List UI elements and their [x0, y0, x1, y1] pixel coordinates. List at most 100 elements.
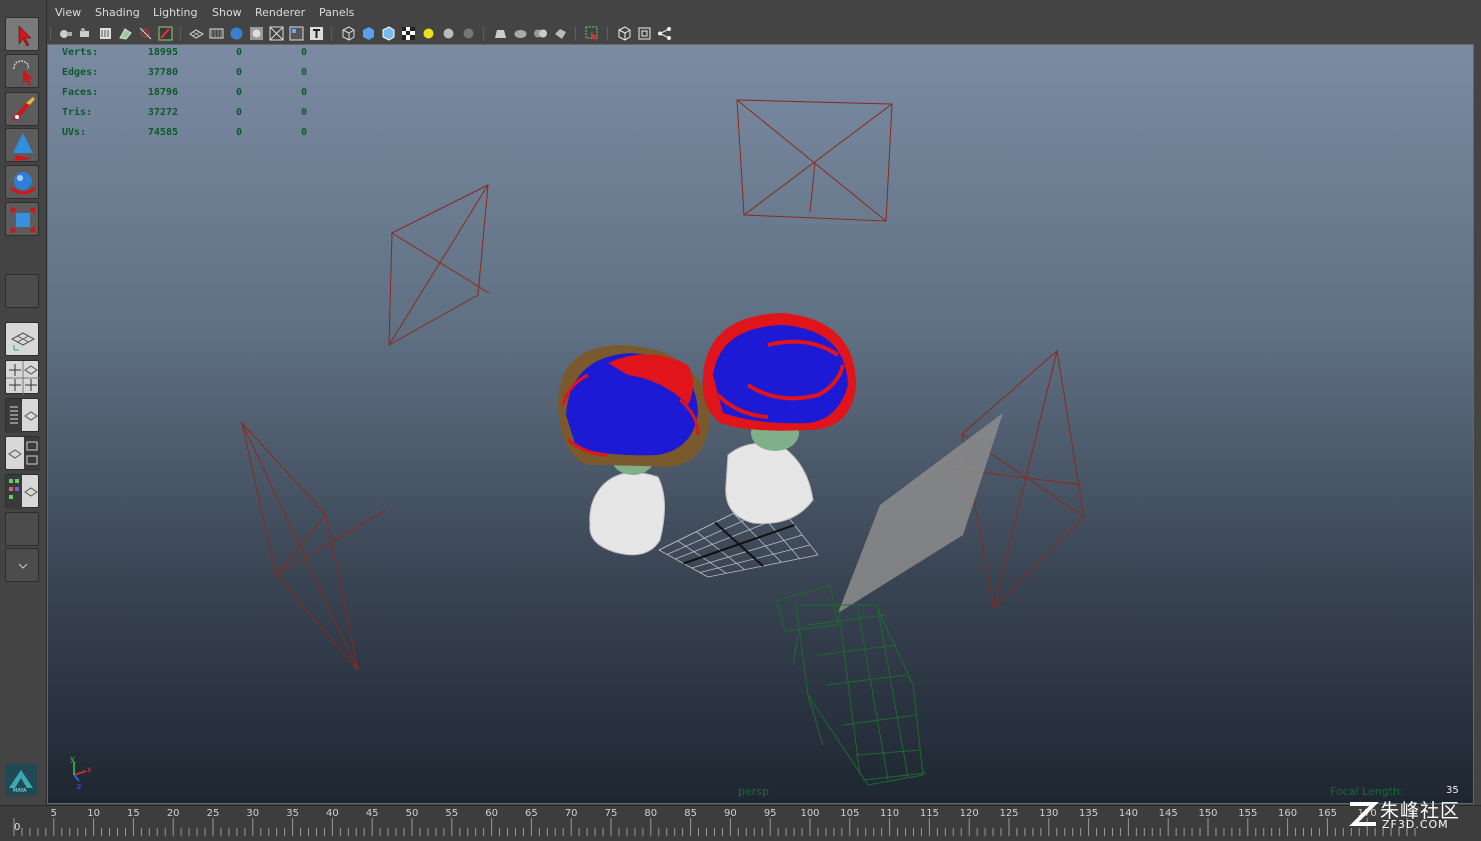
wireframe-on-shaded-icon[interactable]: [381, 26, 396, 41]
hud-value: 0: [300, 47, 307, 58]
grease-pencil-icon[interactable]: [158, 26, 173, 41]
menu-shading[interactable]: Shading: [95, 6, 140, 19]
paint-select-tool-button[interactable]: [5, 92, 39, 126]
camera-left-upper-frame: [388, 184, 490, 346]
isolate-select-icon[interactable]: [553, 26, 568, 41]
rotate-tool-button[interactable]: [5, 165, 39, 199]
gate-mask-icon[interactable]: [269, 26, 284, 41]
multisample-icon[interactable]: [513, 26, 528, 41]
select-tool-button[interactable]: [5, 17, 39, 51]
depth-of-field-icon[interactable]: [533, 26, 548, 41]
layout-menu-button[interactable]: [5, 548, 39, 582]
watermark-subtitle: ZF3D.COM: [1382, 818, 1449, 831]
move-tool-button[interactable]: [5, 128, 39, 162]
character-left: [558, 345, 710, 556]
frame-tick-label: 85: [684, 808, 697, 819]
menu-lighting[interactable]: Lighting: [153, 6, 197, 19]
current-frame-value: 0: [14, 822, 21, 833]
perspective-viewport[interactable]: x y z Verts: 18995 0 0 Edges: 37780 0 0 Faces: 18…: [47, 44, 1474, 804]
frame-tick-label: 55: [445, 808, 459, 819]
lasso-icon: [13, 60, 33, 86]
backface-culling-icon[interactable]: [637, 26, 652, 41]
share-connections-icon[interactable]: [657, 26, 672, 41]
hud-value: 37780: [147, 67, 178, 78]
menu-renderer[interactable]: Renderer: [255, 6, 305, 19]
frame-tick-label: 150: [1198, 808, 1218, 819]
scale-tool-button[interactable]: [5, 202, 39, 236]
camera-name-label: persp: [738, 785, 769, 798]
hud-value: 0: [300, 107, 307, 118]
frame-tick-label: 10: [87, 808, 100, 819]
xray-mode-icon[interactable]: [617, 26, 632, 41]
hypershade-persp-layout-button[interactable]: [5, 474, 39, 509]
lasso-tool-button[interactable]: [5, 54, 39, 88]
focal-length-value: 35: [1446, 785, 1459, 796]
scene-canvas[interactable]: x y z: [48, 45, 1474, 804]
frame-tick-label: 45: [365, 808, 379, 819]
rotate-sphere-icon: [10, 172, 36, 195]
frame-tick-label: 165: [1317, 808, 1337, 819]
menu-panels[interactable]: Panels: [319, 6, 354, 19]
perspective-grid-icon: [10, 332, 36, 351]
frame-tick-label: 80: [644, 808, 658, 819]
frame-tick-label: 155: [1238, 808, 1258, 819]
select-camera-icon[interactable]: [58, 26, 73, 41]
frame-tick-label: 30: [246, 808, 260, 819]
frame-tick-label: 75: [604, 808, 618, 819]
film-gate-icon[interactable]: [209, 26, 224, 41]
shadows-icon[interactable]: [441, 26, 456, 41]
frame-tick-label: 125: [999, 808, 1019, 819]
frame-tick-label: 105: [840, 808, 860, 819]
field-chart-icon[interactable]: [289, 26, 304, 41]
hud-label: Edges:: [62, 67, 99, 78]
frame-tick-label: 120: [959, 808, 979, 819]
single-perspective-layout-button[interactable]: [5, 322, 39, 356]
xray-joints-icon[interactable]: [585, 26, 600, 41]
resolution-gate-icon[interactable]: [249, 26, 264, 41]
menu-show[interactable]: Show: [212, 6, 242, 19]
hud-value: 0: [300, 67, 307, 78]
scale-cube-icon: [10, 207, 36, 233]
zf3d-logo-icon: [1349, 802, 1379, 826]
four-view-layout-button[interactable]: [5, 360, 40, 395]
hud-text-icon[interactable]: [309, 26, 324, 41]
motion-blur-icon[interactable]: [493, 26, 508, 41]
last-tool-slot[interactable]: [5, 274, 39, 308]
textured-icon[interactable]: [401, 26, 416, 41]
camera-green-wireframe: [776, 584, 927, 786]
area-light-plane: [838, 413, 1003, 613]
camera-top-frame: [736, 99, 893, 222]
maya-logo: MAYA: [5, 764, 37, 796]
frame-tick-label: 25: [206, 808, 220, 819]
grid-toggle-icon[interactable]: [189, 26, 205, 41]
hud-value: 18995: [147, 47, 178, 58]
axis-gizmo: x y z: [70, 754, 92, 791]
wireframe-icon[interactable]: [341, 26, 356, 41]
camera-attributes-icon[interactable]: [78, 26, 93, 41]
use-all-lights-icon[interactable]: [421, 26, 436, 41]
menu-view[interactable]: View: [55, 6, 81, 19]
custom-layout-slot[interactable]: [5, 512, 39, 546]
hud-value: 0: [235, 87, 242, 98]
two-d-pan-zoom-icon[interactable]: [138, 26, 153, 41]
time-slider[interactable]: 5 10 15 20 25 30 35 40 45 50 55 60 65 70 75 80 85 90 95 100…: [0, 805, 1481, 841]
paint-brush-icon: [12, 97, 35, 121]
axis-x-label: x: [87, 765, 92, 774]
frame-tick-label: 135: [1079, 808, 1099, 819]
smooth-shade-all-icon[interactable]: [361, 26, 376, 41]
frame-tick-label: 20: [166, 808, 180, 819]
hud-value: 18796: [147, 87, 178, 98]
bookmarks-icon[interactable]: [98, 26, 113, 41]
frame-tick-label: 160: [1278, 808, 1298, 819]
image-plane-icon[interactable]: [118, 26, 133, 41]
panel-menu-bar: View Shading Lighting Show Renderer Pane…: [47, 0, 1481, 24]
screen-space-ao-icon[interactable]: [461, 26, 476, 41]
hud-value: 0: [235, 67, 242, 78]
smooth-shade-icon[interactable]: [229, 26, 244, 41]
toolbox: MAYA: [0, 0, 47, 840]
hud-label: Verts:: [62, 47, 99, 58]
hud-label: Faces:: [62, 87, 99, 98]
persp-graph-layout-button[interactable]: [5, 436, 40, 471]
hud-value: 74585: [147, 127, 178, 138]
outliner-persp-layout-button[interactable]: [5, 398, 39, 433]
